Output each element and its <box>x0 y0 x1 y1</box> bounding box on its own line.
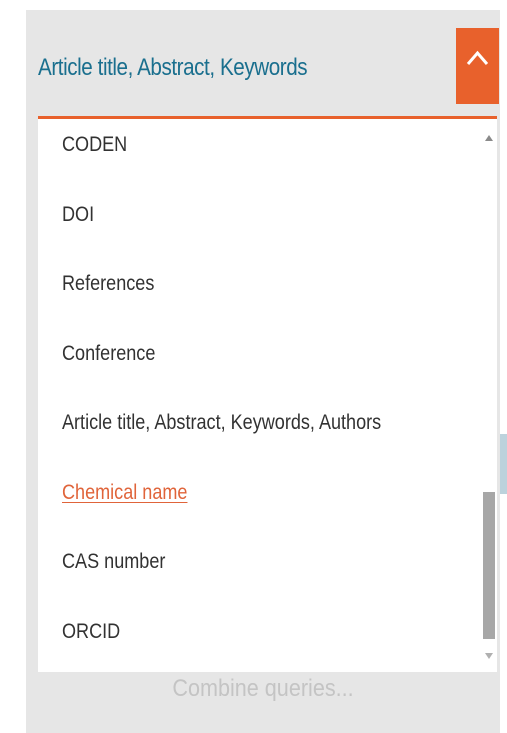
combine-queries-link[interactable]: Combine queries... <box>50 675 477 703</box>
option-cas-number[interactable]: CAS number <box>62 550 165 574</box>
option-doi[interactable]: DOI <box>62 203 94 227</box>
scroll-up-arrow-icon[interactable] <box>484 133 494 143</box>
option-conference[interactable]: Conference <box>62 342 155 366</box>
option-orcid[interactable]: ORCID <box>62 620 120 644</box>
dropdown-scrollbar[interactable] <box>481 119 497 672</box>
dropdown-toggle-button[interactable] <box>456 28 499 104</box>
selected-field-label[interactable]: Article title, Abstract, Keywords <box>38 54 308 82</box>
chevron-up-icon <box>466 50 489 65</box>
background-element-edge <box>500 434 507 494</box>
search-field-header[interactable]: Article title, Abstract, Keywords <box>26 10 500 118</box>
option-chemical-name[interactable]: Chemical name <box>62 481 187 505</box>
option-article-title-abstract-keywords-authors[interactable]: Article title, Abstract, Keywords, Autho… <box>62 411 381 435</box>
field-options-dropdown[interactable]: CODEN DOI References Conference Article … <box>38 116 497 672</box>
search-field-panel: Article title, Abstract, Keywords CODEN … <box>26 10 500 733</box>
scroll-down-arrow-icon[interactable] <box>484 651 494 661</box>
scrollbar-thumb[interactable] <box>483 492 495 639</box>
option-references[interactable]: References <box>62 272 154 296</box>
option-coden[interactable]: CODEN <box>62 133 127 157</box>
